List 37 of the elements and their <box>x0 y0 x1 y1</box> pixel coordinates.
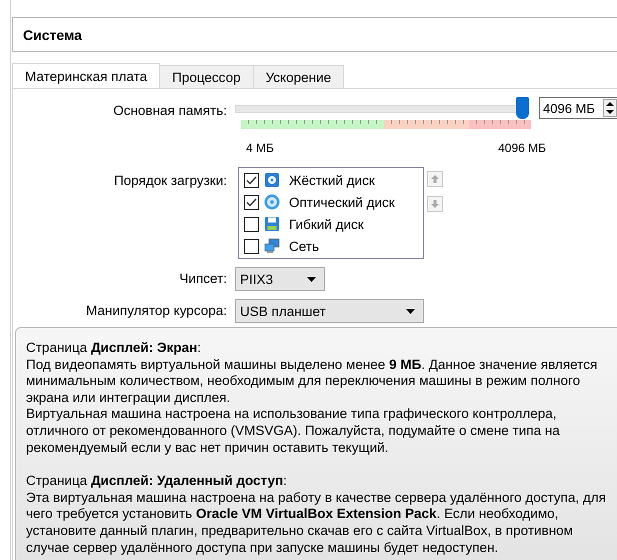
optical-disc-icon <box>264 194 280 210</box>
scale-max-label: 4096 МБ <box>498 141 546 155</box>
checkbox[interactable] <box>244 216 259 232</box>
checkbox[interactable] <box>244 172 259 188</box>
chipset-dropdown[interactable]: PIIX3 <box>235 267 325 291</box>
down-arrow-icon <box>431 200 439 208</box>
boot-device-item[interactable]: Гибкий диск <box>239 213 423 235</box>
memory-slider[interactable] <box>235 97 530 119</box>
field-label: Чипсет: <box>178 270 227 288</box>
warning-text: Под видеопамять виртуальной машины выделено менее 9 МБ. Данное значение является минимальным количеством, необходимым для переключения машины в режим полного экрана или интеграции дисплея. <box>26 356 598 406</box>
field-label: Основная память: <box>112 102 227 120</box>
scale-min-label: 4 МБ <box>246 141 274 155</box>
pointing-device-dropdown[interactable]: USB планшет <box>235 299 424 323</box>
checkbox[interactable] <box>244 238 259 254</box>
checkmark-icon <box>246 198 257 206</box>
field-label: Манипулятор курсора: <box>85 302 227 320</box>
boot-device-item[interactable]: Сеть <box>239 235 423 257</box>
up-arrow-icon <box>431 175 439 183</box>
tab[interactable]: Ускорение <box>252 65 344 88</box>
boot-device-item[interactable]: Жёсткий диск <box>239 169 423 191</box>
slider-thumb[interactable] <box>516 97 529 119</box>
warning-heading: Страница Дисплей: Экран: <box>26 340 202 357</box>
network-icon <box>264 238 280 254</box>
spin-arrows-icon <box>603 99 617 117</box>
memory-spinbox[interactable]: 4096 МБ <box>539 97 617 119</box>
checkmark-icon <box>246 176 257 184</box>
dropdown-caret-icon <box>307 276 316 282</box>
field-label: Порядок загрузки: <box>112 172 227 190</box>
boot-device-item[interactable]: Оптический диск <box>239 191 423 213</box>
dropdown-caret-icon <box>406 308 415 314</box>
warning-heading: Страница Дисплей: Удаленный доступ: <box>26 473 288 490</box>
tab[interactable]: Материнская плата <box>12 63 160 88</box>
section-title: Система <box>12 17 617 52</box>
warning-text: Эта виртуальная машина настроена на работу в качестве сервера удалённого доступа, для чего требуется установить Oracle VM VirtualBox Extension Pack. Если необходимо, установите данный плагин, предварительно скачав его с сайта VirtualBox, в противном случае сервер удалённого доступа при запуске машины будет недоступен. <box>26 490 607 556</box>
checkbox[interactable] <box>244 194 259 210</box>
tab[interactable]: Процессор <box>159 65 254 88</box>
warning-text: Виртуальная машина настроена на использование типа графического контроллера, отличного от рекомендованного (VMSVGA). Пожалуйста, подумайте о смене типа на рекомендуемый если у вас нет причин оставить текущий. <box>26 406 561 456</box>
